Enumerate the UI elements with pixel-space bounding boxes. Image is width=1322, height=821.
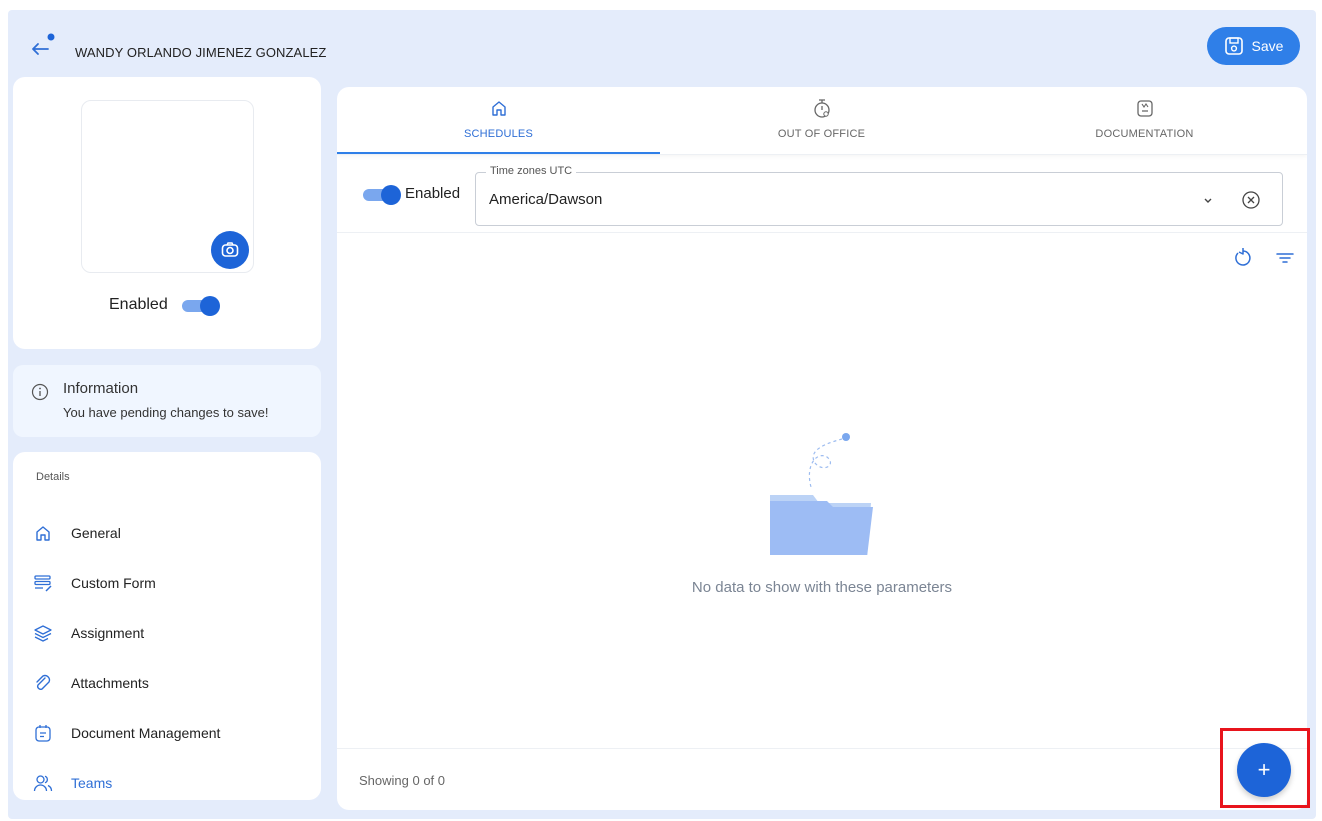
tab-label: OUT OF OFFICE (777, 128, 866, 140)
info-title: Information (63, 380, 139, 397)
tab-bar: SCHEDULES OUT OF OFFICE DOCUMENTATION (337, 87, 1307, 155)
page-title: WANDY ORLANDO JIMENEZ GONZALEZ (75, 45, 327, 60)
timezone-legend: Time zones UTC (486, 165, 577, 177)
plus-icon: + (1257, 757, 1271, 782)
pagination-summary: Showing 0 of 0 (359, 773, 446, 788)
profile-enabled-row: Enabled (109, 295, 220, 316)
save-button-label: Save (1251, 38, 1284, 54)
document-icon (33, 723, 53, 743)
layers-icon (33, 623, 53, 643)
nav-item-label: General (71, 525, 121, 541)
info-message: You have pending changes to save! (63, 405, 269, 420)
save-button[interactable]: Save (1207, 27, 1300, 65)
tab-schedules[interactable]: SCHEDULES (337, 87, 660, 155)
details-card: Details General Custom Form Assignment A… (13, 452, 321, 800)
paperclip-icon (33, 673, 53, 693)
users-icon (33, 773, 53, 793)
timer-icon (812, 97, 832, 119)
nav-item-label: Attachments (71, 675, 149, 691)
add-button[interactable]: + (1237, 743, 1291, 797)
nav-item-label: Custom Form (71, 575, 156, 591)
nav-item-document-management[interactable]: Document Management (33, 718, 303, 748)
tab-label: DOCUMENTATION (1095, 128, 1194, 140)
home-icon (33, 523, 53, 543)
details-section-label: Details (36, 471, 70, 483)
nav-item-general[interactable]: General (33, 518, 303, 548)
nav-item-label: Document Management (71, 725, 221, 741)
filter-row: Enabled Time zones UTC America/Dawson (337, 157, 1307, 233)
timezone-value: America/Dawson (489, 191, 603, 208)
nav-item-teams[interactable]: Teams (33, 768, 303, 798)
list-footer: Showing 0 of 0 (337, 748, 1307, 810)
profile-enabled-toggle[interactable] (180, 295, 220, 316)
timezone-select[interactable]: Time zones UTC America/Dawson (475, 165, 1283, 226)
form-icon (33, 573, 53, 593)
schedules-enabled-toggle[interactable] (361, 184, 401, 205)
tab-label: SCHEDULES (463, 128, 534, 140)
camera-icon (221, 242, 239, 257)
home-icon (490, 97, 508, 119)
refresh-icon[interactable] (1232, 247, 1254, 269)
document-icon (1135, 97, 1155, 119)
nav-item-custom-form[interactable]: Custom Form (33, 568, 303, 598)
nav-item-label: Assignment (71, 625, 145, 641)
back-button[interactable] (27, 32, 65, 62)
empty-folder-illustration (770, 433, 873, 555)
main-panel: SCHEDULES OUT OF OFFICE DOCUMENTATION En… (337, 87, 1307, 810)
back-arrow-icon (32, 33, 55, 55)
schedules-enabled-label: Enabled (405, 185, 461, 202)
list-toolbar (1232, 247, 1296, 269)
profile-enabled-label: Enabled (109, 296, 168, 313)
filter-icon[interactable] (1274, 247, 1296, 269)
nav-item-assignment[interactable]: Assignment (33, 618, 303, 648)
save-icon (1224, 37, 1243, 55)
clear-icon[interactable] (1240, 189, 1262, 211)
info-banner: Information You have pending changes to … (13, 365, 321, 437)
profile-card: Enabled (13, 77, 321, 349)
active-tab-indicator (337, 152, 660, 154)
tab-documentation[interactable]: DOCUMENTATION (983, 87, 1306, 155)
chevron-down-icon[interactable] (1201, 193, 1215, 207)
empty-state-message: No data to show with these parameters (691, 579, 953, 596)
upload-photo-button[interactable] (211, 231, 249, 269)
info-icon (31, 383, 49, 401)
nav-item-label: Teams (71, 775, 113, 791)
tab-out-of-office[interactable]: OUT OF OFFICE (660, 87, 983, 155)
nav-item-attachments[interactable]: Attachments (33, 668, 303, 698)
